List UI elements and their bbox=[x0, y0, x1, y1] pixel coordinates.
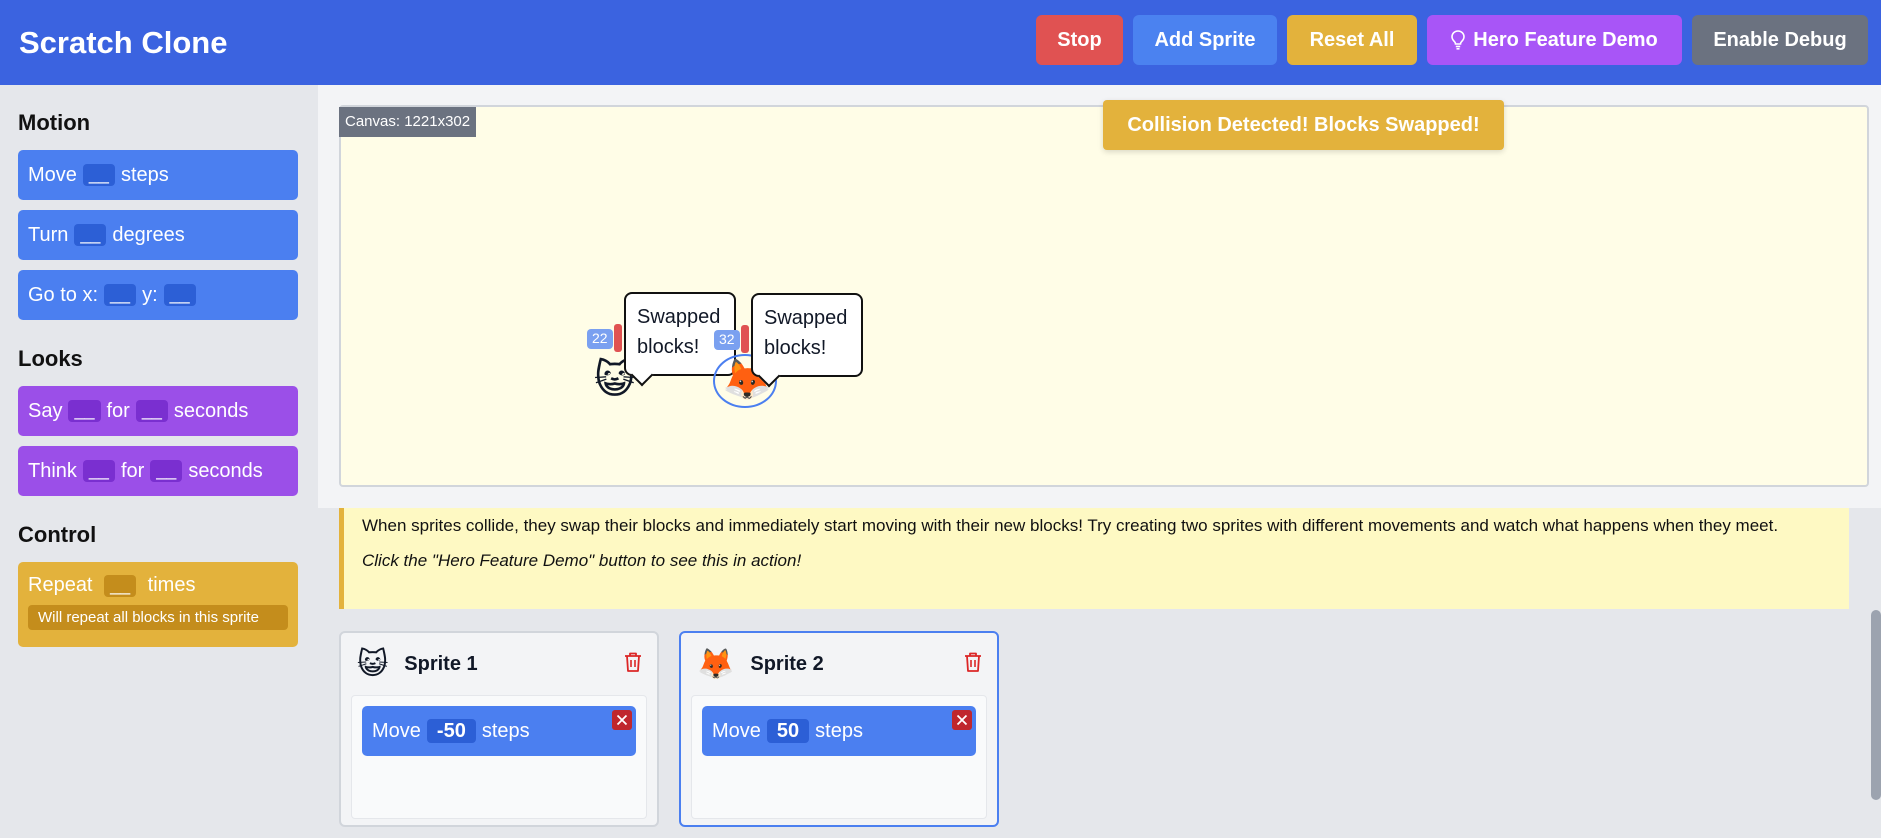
block-text: degrees bbox=[112, 223, 185, 246]
block-palette: Motion Move __ steps Turn __ degrees Go … bbox=[0, 85, 318, 838]
canvas-size-label: Canvas: 1221x302 bbox=[339, 107, 477, 137]
move-steps-block[interactable]: Move 50 steps bbox=[702, 706, 976, 756]
collision-banner: Collision Detected! Blocks Swapped! bbox=[1103, 100, 1504, 150]
block-text: Move bbox=[712, 719, 761, 742]
sprite-name: Sprite 2 bbox=[750, 652, 824, 675]
sprite-2-health-bar bbox=[741, 325, 749, 353]
move-steps-block[interactable]: Move -50 steps bbox=[362, 706, 636, 756]
block-text: seconds bbox=[173, 399, 249, 422]
scrollbar-thumb[interactable] bbox=[1871, 610, 1881, 800]
message-slot[interactable]: __ bbox=[68, 400, 101, 422]
hero-feature-demo-button[interactable]: Hero Feature Demo bbox=[1427, 15, 1682, 65]
times-slot[interactable]: __ bbox=[104, 575, 137, 597]
remove-block-button[interactable] bbox=[612, 710, 632, 730]
trash-icon[interactable] bbox=[963, 651, 983, 673]
sprite-2-id-badge: 32 bbox=[714, 330, 740, 350]
message-slot[interactable]: __ bbox=[82, 460, 115, 482]
block-text: Repeat bbox=[28, 574, 93, 596]
sprite-2-speech-bubble: Swapped blocks! bbox=[751, 293, 863, 377]
seconds-slot[interactable]: __ bbox=[135, 400, 168, 422]
enable-debug-button[interactable]: Enable Debug bbox=[1692, 15, 1868, 65]
motion-category-title: Motion bbox=[18, 110, 91, 135]
block-text: for bbox=[106, 399, 130, 422]
sprite-1-id-badge: 22 bbox=[587, 329, 613, 349]
info-hint: Click the "Hero Feature Demo" button to … bbox=[362, 551, 802, 570]
block-text: Move bbox=[372, 719, 421, 742]
block-text: Think bbox=[28, 459, 77, 482]
stop-button[interactable]: Stop bbox=[1036, 15, 1123, 65]
block-text: Turn bbox=[28, 223, 69, 246]
fox-icon: 🦊 bbox=[697, 647, 735, 681]
sprite-name: Sprite 1 bbox=[404, 652, 478, 675]
sprite-panel-header: 😺 Sprite 1 bbox=[341, 633, 657, 695]
block-text: seconds bbox=[188, 459, 263, 482]
block-text: Move bbox=[28, 163, 77, 186]
move-steps-block[interactable]: Move __ steps bbox=[18, 150, 298, 200]
go-to-xy-block[interactable]: Go to x: __ y: __ bbox=[18, 270, 298, 320]
info-text: When sprites collide, they swap their bl… bbox=[362, 516, 1779, 535]
lightbulb-icon bbox=[1451, 30, 1466, 50]
app-header: Scratch Clone Stop Add Sprite Reset All … bbox=[0, 0, 1881, 85]
remove-block-button[interactable] bbox=[952, 710, 972, 730]
close-icon bbox=[616, 714, 628, 726]
seconds-slot[interactable]: __ bbox=[150, 460, 183, 482]
say-for-seconds-block[interactable]: Say __ for __ seconds bbox=[18, 386, 298, 436]
think-for-seconds-block[interactable]: Think __ for __ seconds bbox=[18, 446, 298, 496]
close-icon bbox=[956, 714, 968, 726]
sprite-panel-2[interactable]: 🦊 Sprite 2 Move 50 steps bbox=[679, 631, 999, 827]
feature-info-box: When sprites collide, they swap their bl… bbox=[339, 508, 1849, 609]
y-slot[interactable]: __ bbox=[163, 284, 196, 306]
block-text: Say bbox=[28, 399, 63, 422]
sprite-panel-header: 🦊 Sprite 2 bbox=[681, 633, 997, 695]
x-slot[interactable]: __ bbox=[104, 284, 137, 306]
cat-icon: 😺 bbox=[357, 647, 389, 681]
block-text: steps bbox=[120, 163, 169, 186]
sprite-panel-1[interactable]: 😺 Sprite 1 Move -50 steps bbox=[339, 631, 659, 827]
block-text: times bbox=[147, 574, 196, 596]
block-text: steps bbox=[481, 719, 530, 742]
block-text: Go to x: bbox=[28, 283, 99, 306]
sprite-1-health-bar bbox=[614, 324, 622, 352]
reset-all-button[interactable]: Reset All bbox=[1287, 15, 1417, 65]
steps-value[interactable]: -50 bbox=[426, 719, 476, 743]
sprite-script-area[interactable]: Move 50 steps bbox=[691, 695, 987, 819]
repeat-row: Repeat __ times bbox=[28, 574, 195, 597]
app-title: Scratch Clone bbox=[19, 24, 228, 60]
trash-icon[interactable] bbox=[623, 651, 643, 673]
sprite-script-area[interactable]: Move -50 steps bbox=[351, 695, 647, 819]
steps-value[interactable]: 50 bbox=[766, 719, 810, 743]
steps-slot[interactable]: __ bbox=[82, 164, 115, 186]
block-text: for bbox=[120, 459, 145, 482]
add-sprite-button[interactable]: Add Sprite bbox=[1133, 15, 1277, 65]
block-text: steps bbox=[815, 719, 863, 742]
block-text: y: bbox=[142, 283, 158, 306]
turn-degrees-block[interactable]: Turn __ degrees bbox=[18, 210, 298, 260]
repeat-times-block[interactable]: Repeat __ times Will repeat all blocks i… bbox=[18, 562, 298, 647]
control-category-title: Control bbox=[18, 522, 97, 547]
repeat-note: Will repeat all blocks in this sprite bbox=[28, 605, 288, 630]
looks-category-title: Looks bbox=[18, 346, 83, 371]
hero-feature-demo-label: Hero Feature Demo bbox=[1473, 28, 1658, 51]
stage-canvas[interactable] bbox=[339, 105, 1869, 487]
degrees-slot[interactable]: __ bbox=[74, 224, 107, 246]
header-toolbar: Stop Add Sprite Reset All Hero Feature D… bbox=[1036, 15, 1868, 65]
